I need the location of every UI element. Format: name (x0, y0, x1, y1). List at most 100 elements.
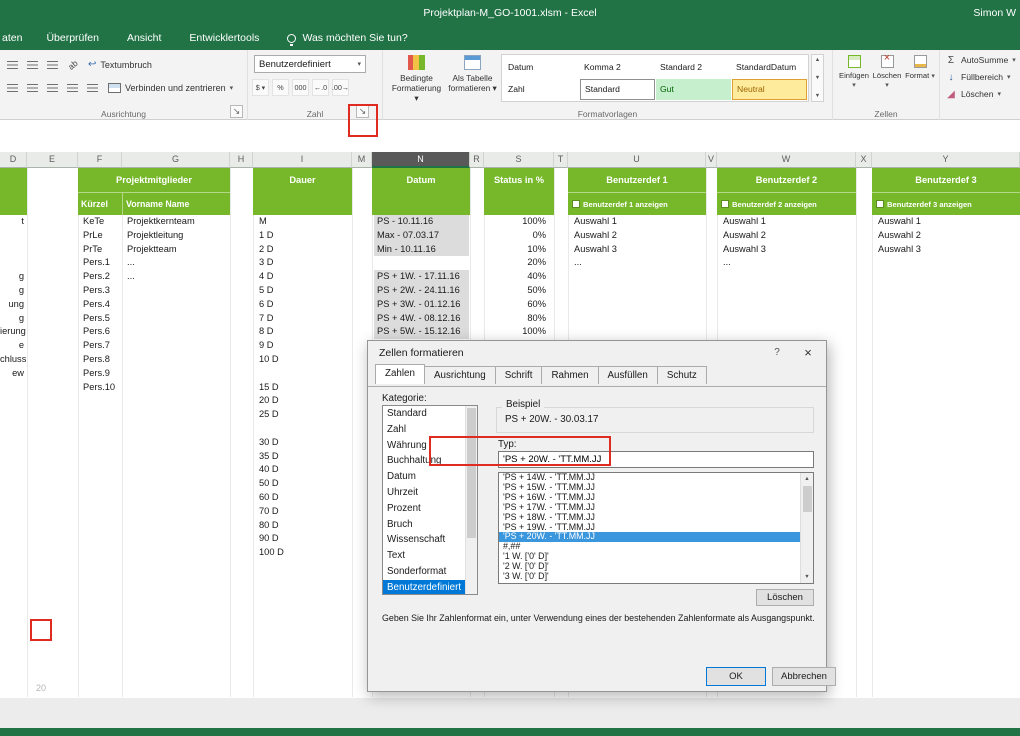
datum-header[interactable]: Datum (372, 168, 470, 192)
dialog-tab[interactable]: Rahmen (541, 366, 598, 384)
tell-me-box[interactable]: Was möchten Sie tun? (287, 32, 407, 44)
alignment-dialog-launcher[interactable]: ↘ (230, 105, 243, 118)
decrease-indent-icon[interactable] (64, 79, 81, 96)
cell[interactable]: Max - 07.03.17 (374, 229, 469, 243)
col-header-i[interactable]: I (253, 152, 352, 168)
cell[interactable]: 9 D (256, 339, 352, 353)
cell[interactable]: 25 D (256, 408, 352, 422)
col-header-m[interactable]: M (352, 152, 372, 168)
gallery-up-icon[interactable]: ▲ (815, 57, 820, 63)
cell-style-chip[interactable]: Datum (504, 57, 579, 78)
cell[interactable]: 40 D (256, 463, 352, 477)
cell[interactable]: 80% (484, 312, 550, 326)
comma-format-icon[interactable]: 000 (292, 79, 309, 96)
cell-style-chip[interactable]: StandardDatum (732, 57, 807, 78)
cell[interactable]: 20% (484, 256, 550, 270)
cell[interactable]: Pers.6 (80, 325, 122, 339)
delete-cells-button[interactable]: Löschen ▾ (871, 55, 903, 90)
wrap-text-button[interactable]: ↩ Textumbruch (84, 58, 156, 71)
cell[interactable]: Min - 10.11.16 (374, 243, 469, 257)
status-header[interactable]: Status in % (484, 168, 554, 192)
category-item[interactable]: Sonderformat (383, 564, 465, 580)
cell[interactable]: Projektkernteam (124, 215, 230, 229)
category-item[interactable]: Uhrzeit (383, 485, 465, 501)
ok-button[interactable]: OK (706, 667, 766, 686)
cell[interactable]: PS + 4W. - 08.12.16 (374, 312, 469, 326)
cell[interactable]: Auswahl 3 (720, 243, 856, 257)
cell[interactable]: ierung (0, 325, 26, 339)
col-header-h[interactable]: H (230, 152, 253, 168)
category-scrollbar[interactable] (465, 406, 477, 594)
dialog-tab[interactable]: Ausfüllen (598, 366, 658, 384)
col-header-w[interactable]: W (717, 152, 856, 168)
cell[interactable]: ew (0, 367, 26, 381)
cell[interactable]: 100% (484, 325, 550, 339)
format-scrollbar[interactable]: ▲ ▼ (800, 473, 813, 583)
ribbon-tab[interactable]: Überprüfen (32, 26, 113, 50)
cell[interactable]: 2 D (256, 243, 352, 257)
cell[interactable]: Pers.5 (80, 312, 122, 326)
fill-button[interactable]: ↓ Füllbereich ▾ (945, 70, 1020, 84)
cell[interactable]: 80 D (256, 519, 352, 533)
align-bottom-icon[interactable] (44, 56, 61, 73)
cell[interactable]: 60% (484, 298, 550, 312)
scroll-down-icon[interactable]: ▼ (801, 571, 813, 583)
cell[interactable]: PS + 1W. - 17.11.16 (374, 270, 469, 284)
cell[interactable]: g (0, 270, 26, 284)
cell[interactable]: ... (124, 256, 230, 270)
cell[interactable]: PS + 2W. - 24.11.16 (374, 284, 469, 298)
ribbon-tab[interactable]: aten (0, 26, 32, 50)
col-header-t[interactable]: T (554, 152, 568, 168)
cell[interactable]: Auswahl 2 (571, 229, 706, 243)
col-header-v[interactable]: V (706, 152, 717, 168)
col-header-u[interactable]: U (568, 152, 706, 168)
align-center-icon[interactable] (24, 79, 41, 96)
scroll-thumb[interactable] (467, 408, 476, 538)
cell[interactable]: Auswahl 1 (571, 215, 706, 229)
cell[interactable]: 10% (484, 243, 550, 257)
scroll-thumb[interactable] (803, 486, 812, 512)
vorname-header[interactable]: Vorname Name (122, 193, 230, 215)
cell[interactable]: ... (720, 256, 856, 270)
cell[interactable]: Pers.2 (80, 270, 122, 284)
increase-indent-icon[interactable] (84, 79, 101, 96)
kuerzel-header[interactable]: Kürzel (78, 193, 122, 215)
insert-cells-button[interactable]: Einfügen ▾ (838, 55, 870, 90)
format-item[interactable]: 'PS + 20W. - 'TT.MM.JJ (499, 532, 800, 542)
ribbon-tab[interactable]: Entwicklertools (175, 26, 273, 50)
cell[interactable] (256, 422, 352, 436)
cell[interactable]: M (256, 215, 352, 229)
align-middle-icon[interactable] (24, 56, 41, 73)
number-format-dropdown[interactable]: Benutzerdefiniert ▾ (254, 55, 366, 73)
cell-style-chip[interactable]: Standard (580, 79, 655, 100)
cell[interactable]: PS + 5W. - 15.12.16 (374, 325, 469, 339)
col-header-d[interactable]: D (0, 152, 27, 168)
gallery-down-icon[interactable]: ▼ (815, 75, 820, 81)
cell[interactable]: 60 D (256, 491, 352, 505)
dauer-header[interactable]: Dauer (253, 168, 352, 192)
cell[interactable]: PrTe (80, 243, 122, 257)
cell[interactable]: 4 D (256, 270, 352, 284)
dialog-tab[interactable]: Zahlen (375, 364, 425, 384)
cell[interactable]: 100% (484, 215, 550, 229)
dialog-tab[interactable]: Schrift (495, 366, 543, 384)
cell[interactable]: 0% (484, 229, 550, 243)
ribbon-tab[interactable]: Ansicht (113, 26, 175, 50)
benutzerdef2-header[interactable]: Benutzerdef 2 (717, 168, 856, 192)
scroll-up-icon[interactable]: ▲ (801, 473, 813, 485)
cell[interactable]: 3 D (256, 256, 352, 270)
category-item[interactable]: Bruch (383, 517, 465, 533)
cell[interactable]: Projektleitung (124, 229, 230, 243)
increase-decimal-icon[interactable]: ←.0 (312, 79, 329, 96)
cell[interactable]: 70 D (256, 505, 352, 519)
cell[interactable]: Pers.9 (80, 367, 122, 381)
cell[interactable]: 50 D (256, 477, 352, 491)
cell[interactable]: 100 D (256, 546, 352, 560)
cell[interactable]: 50% (484, 284, 550, 298)
cell[interactable]: PrLe (80, 229, 122, 243)
cell[interactable]: g (0, 284, 26, 298)
category-item[interactable]: Standard (383, 406, 465, 422)
cell[interactable]: 30 D (256, 436, 352, 450)
close-icon[interactable]: × (796, 341, 820, 365)
cell[interactable]: Auswahl 3 (571, 243, 706, 257)
